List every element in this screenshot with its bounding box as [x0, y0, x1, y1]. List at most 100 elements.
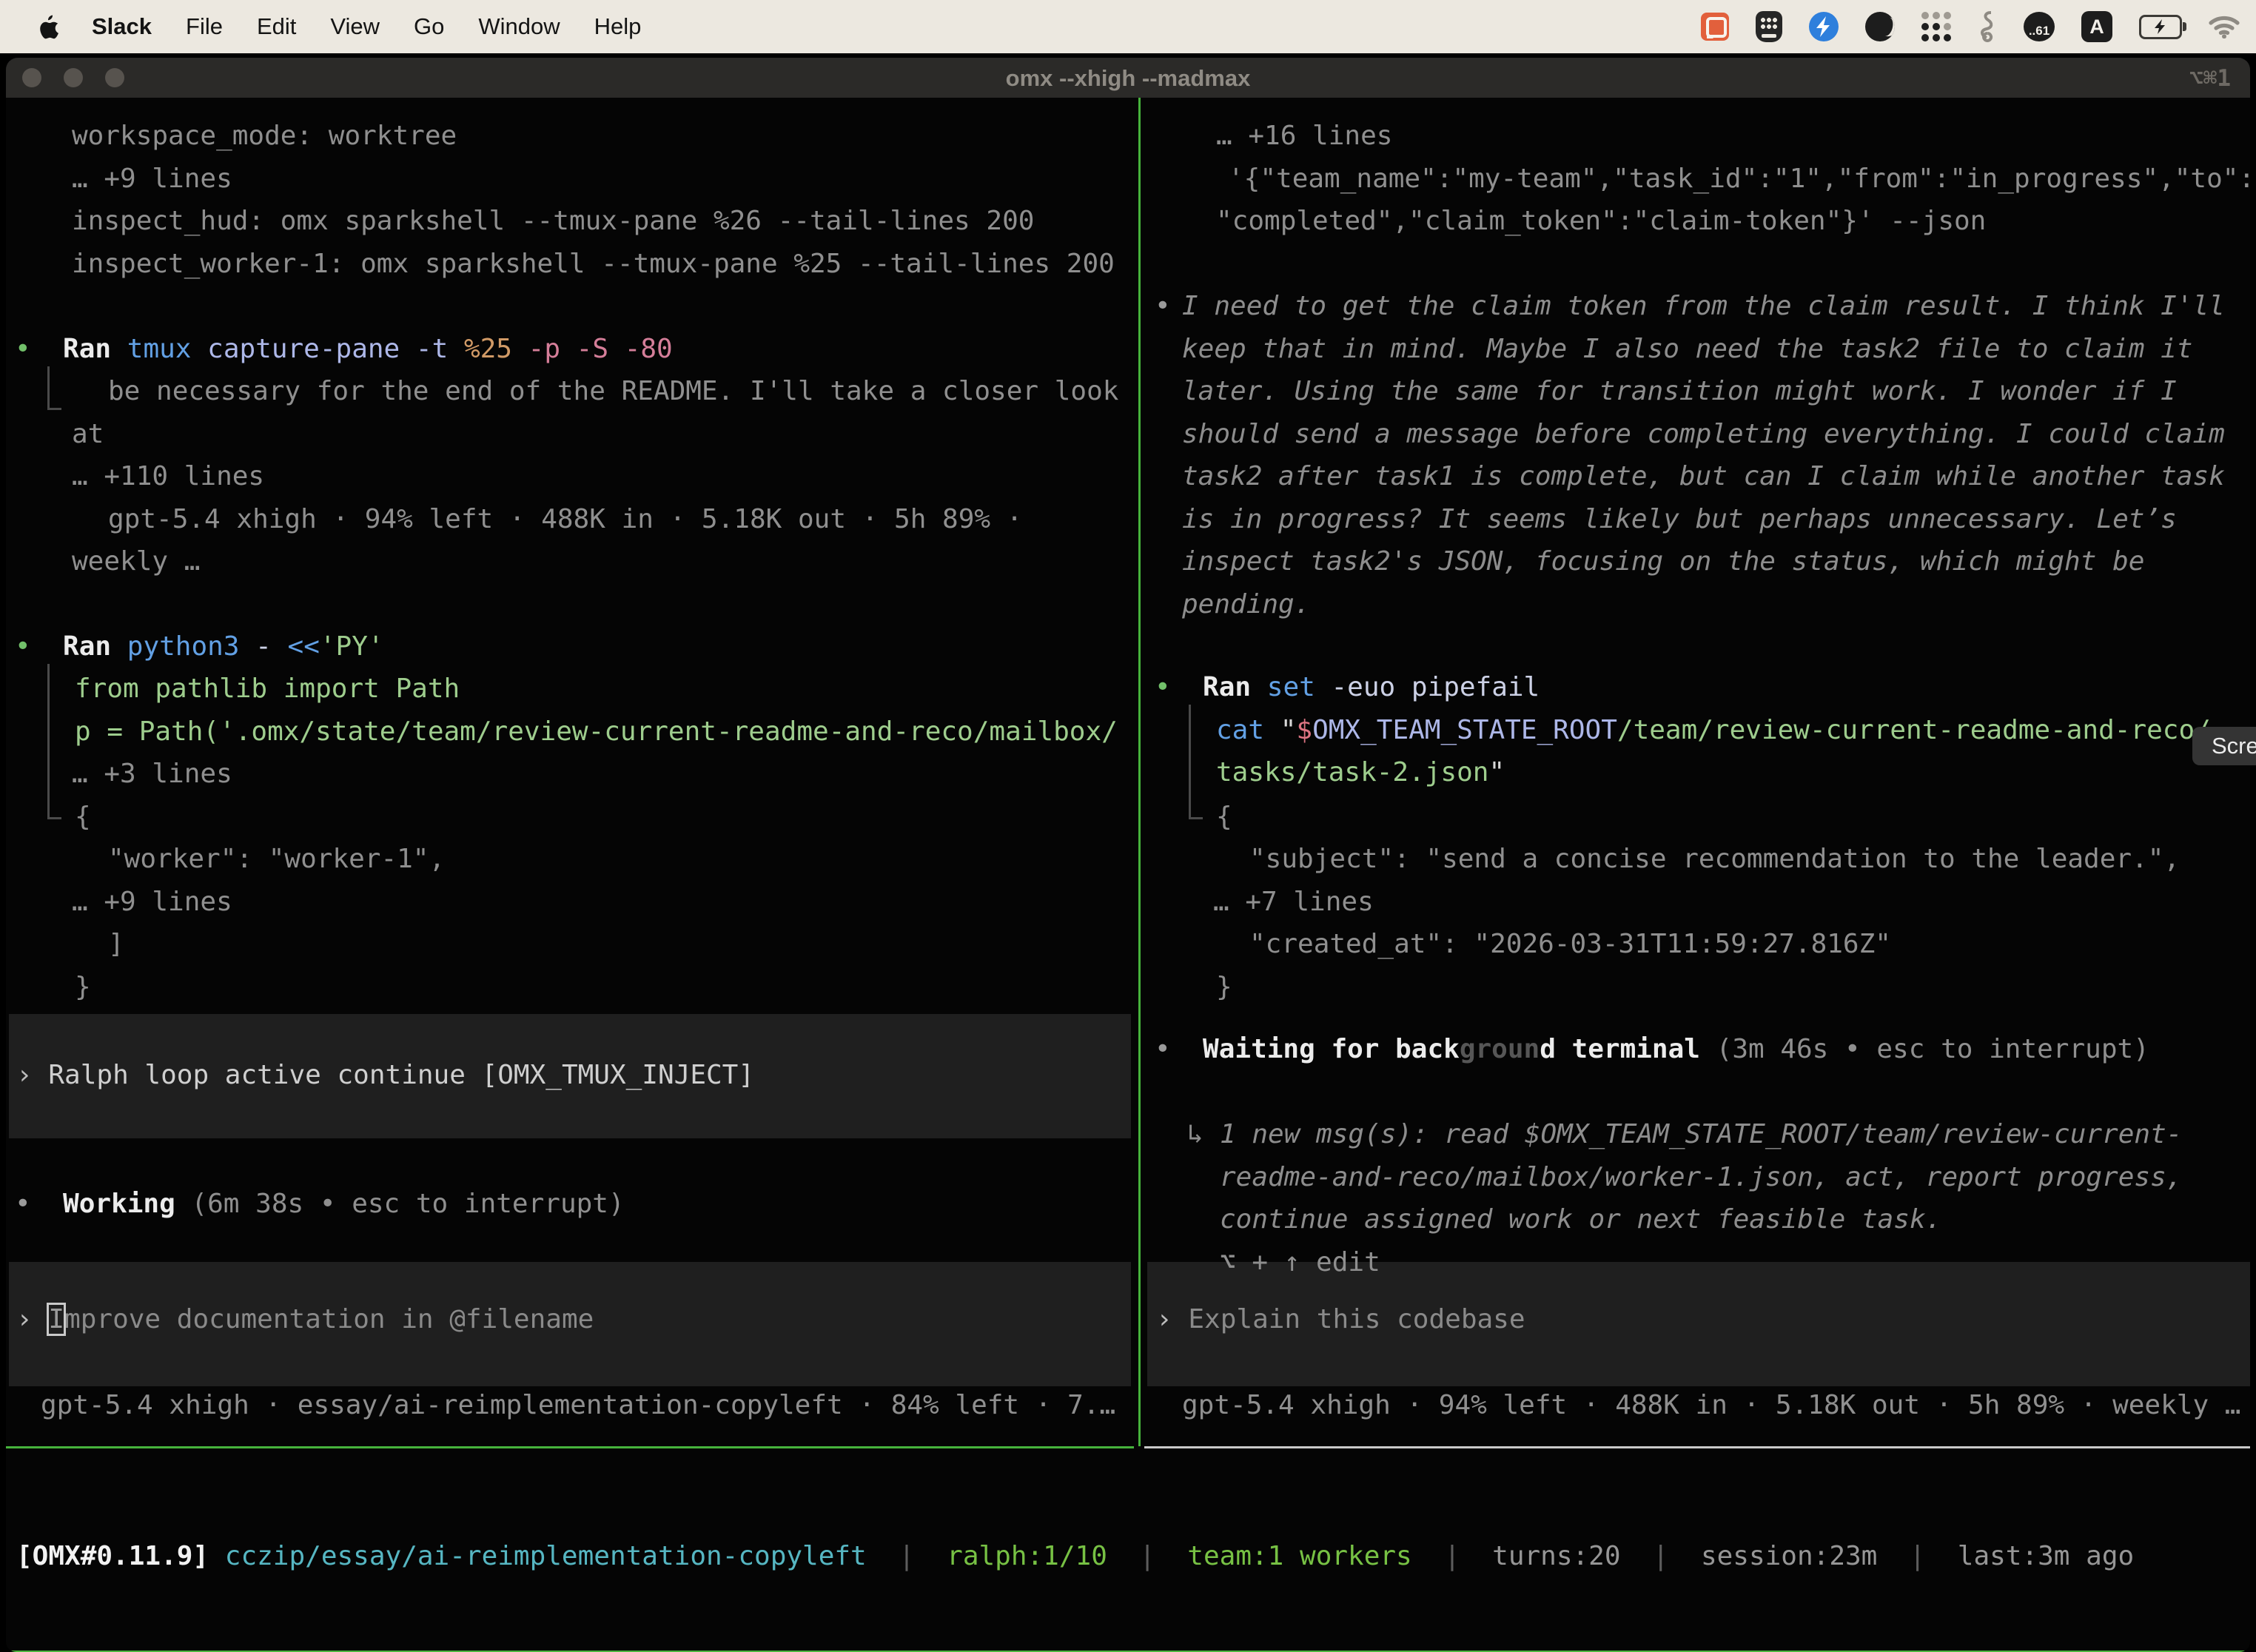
left-line-more110: … +110 lines — [72, 460, 264, 494]
thinking-bullet: • — [1155, 289, 1171, 323]
omx-turns: turns:20 — [1492, 1541, 1620, 1571]
mailbox-msg-arrow: ↳ — [1187, 1118, 1203, 1152]
chevron-prompt-icon: › — [16, 1060, 33, 1090]
omx-session-status: [OMX#0.11.9] cczip/essay/ai-reimplementa… — [16, 1539, 2134, 1574]
right-cmd-set: • Ran set -euo pipefail — [1155, 671, 1540, 705]
waiting-status-line: • Waiting for background terminal (3m 46… — [1155, 1032, 2149, 1067]
omx-repo-path: cczip/essay/ai-reimplementation-copyleft — [225, 1541, 867, 1571]
menu-item-go[interactable]: Go — [414, 13, 444, 40]
left-py-import: from pathlib import Path — [75, 672, 460, 706]
omx-session-time: session:23m — [1701, 1541, 1877, 1571]
output-indent-guide — [1189, 705, 1203, 819]
omx-ralph-count: ralph:1/10 — [947, 1541, 1107, 1571]
window-title-bar[interactable]: omx --xhigh --madmax ⌥⌘1 — [6, 58, 2250, 98]
thinking-line: I need to get the claim token from the c… — [1182, 289, 2225, 323]
left-cmd-tmux: • Ran tmux capture-pane -t %25 -p -S -80 — [15, 332, 673, 366]
wifi-icon[interactable] — [2209, 15, 2240, 38]
left-input-line[interactable]: › Improve documentation in @filename — [16, 1303, 594, 1337]
right-json-created-at: "created_at": "2026-03-31T11:59:27.816Z" — [1249, 927, 1891, 961]
right-input-line[interactable]: › Explain this codebase — [1156, 1303, 1525, 1337]
mailbox-msg-line: continue assigned work or next feasible … — [1220, 1203, 1941, 1237]
lightning-app-icon[interactable] — [1809, 12, 1839, 41]
left-pane-bottom-border — [6, 1446, 1134, 1448]
left-json-worker: "worker": "worker-1", — [108, 842, 445, 876]
left-line-inspect-worker: inspect_worker-1: omx sparkshell --tmux-… — [72, 247, 1115, 281]
output-indent-guide — [47, 366, 61, 410]
right-pane-bottom-border — [1144, 1446, 2250, 1448]
menu-item-view[interactable]: View — [330, 13, 380, 40]
right-json-arg1: '{"team_name":"my-team","task_id":"1","f… — [1228, 162, 2250, 196]
screen: Slack File Edit View Go Window Help ..61… — [0, 0, 2256, 1652]
right-model-status-line: gpt-5.4 xhigh · 94% left · 488K in · 5.1… — [1182, 1389, 2240, 1423]
left-line-workspace-mode: workspace_mode: worktree — [72, 119, 457, 153]
menu-status-icons: ..61 A — [1701, 11, 2240, 42]
run-bullet-icon: • — [15, 334, 31, 364]
left-json-close-brace: } — [75, 970, 91, 1004]
right-json-subject: "subject": "send a concise recommendatio… — [1249, 842, 2180, 876]
terminal-window: omx --xhigh --madmax ⌥⌘1 workspace_mode:… — [6, 58, 2250, 1652]
left-cmd-python: • Ran python3 - <<'PY' — [15, 630, 384, 664]
ralph-loop-line: › Ralph loop active continue [OMX_TMUX_I… — [16, 1058, 754, 1092]
apple-menu-icon[interactable] — [37, 13, 59, 40]
status-bullet-icon: • — [1155, 1034, 1171, 1064]
left-line-more9: … +9 lines — [72, 162, 232, 196]
input-source-icon[interactable]: A — [2081, 11, 2112, 42]
edit-shortcut-hint: ⌥ + ↑ edit — [1220, 1246, 1380, 1280]
squiggle-icon[interactable] — [1978, 11, 1997, 42]
left-line-more3: … +3 lines — [72, 757, 232, 791]
dots-grid-icon[interactable] — [1921, 12, 1951, 41]
thinking-line: task2 after task1 is complete, but can I… — [1182, 460, 2225, 494]
omx-last-activity: last:3m ago — [1958, 1541, 2134, 1571]
run-bullet-icon: • — [15, 631, 31, 662]
thinking-line: inspect task2's JSON, focusing on the st… — [1182, 545, 2144, 579]
left-json-close-bracket: ] — [108, 927, 124, 961]
menu-item-slack[interactable]: Slack — [92, 13, 152, 40]
left-out-at: at — [72, 417, 104, 451]
right-json-close-brace: } — [1216, 970, 1232, 1004]
stats-badge-icon[interactable]: ..61 — [2024, 12, 2055, 41]
left-line-inspect-hud: inspect_hud: omx sparkshell --tmux-pane … — [72, 204, 1034, 238]
menu-item-edit[interactable]: Edit — [257, 13, 296, 40]
thinking-line: should send a message before completing … — [1182, 417, 2225, 451]
left-out-necessary: be necessary for the end of the README. … — [108, 375, 1118, 409]
pie-app-icon[interactable] — [1865, 12, 1895, 41]
menu-items: Slack File Edit View Go Window Help — [92, 13, 641, 40]
chevron-prompt-icon: › — [1156, 1304, 1172, 1334]
left-usage-line2: weekly … — [72, 545, 200, 579]
mailbox-msg-line: readme-and-reco/mailbox/worker-1.json, a… — [1220, 1161, 2182, 1195]
thinking-line: later. Using the same for transition mig… — [1182, 375, 2177, 409]
left-line-more9b: … +9 lines — [72, 885, 232, 919]
thinking-line: pending. — [1182, 588, 1310, 622]
status-bullet-icon: • — [15, 1189, 31, 1219]
right-json-open-brace: { — [1216, 800, 1232, 834]
mailbox-msg-line: 1 new msg(s): read $OMX_TEAM_STATE_ROOT/… — [1220, 1118, 2182, 1152]
right-json-arg2: "completed","claim_token":"claim-token"}… — [1216, 204, 1986, 238]
screen-record-icon[interactable] — [1701, 13, 1729, 41]
battery-icon[interactable] — [2139, 15, 2182, 39]
right-cmd-cat-2: tasks/task-2.json" — [1216, 756, 1505, 790]
right-cmd-cat: cat "$OMX_TEAM_STATE_ROOT/team/review-cu… — [1216, 713, 2211, 748]
menu-item-help[interactable]: Help — [594, 13, 642, 40]
output-indent-guide — [47, 664, 61, 819]
menu-item-file[interactable]: File — [186, 13, 223, 40]
screenshot-overlay-button[interactable]: Scre — [2192, 727, 2256, 765]
left-py-path: p = Path('.omx/state/team/review-current… — [75, 715, 1118, 749]
omx-version-badge: [OMX#0.11.9] — [16, 1541, 209, 1571]
right-line-more16: … +16 lines — [1216, 119, 1392, 153]
macos-menu-bar: Slack File Edit View Go Window Help ..61… — [0, 0, 2256, 53]
chevron-prompt-icon: › — [16, 1304, 33, 1334]
working-status-line: • Working (6m 38s • esc to interrupt) — [15, 1187, 625, 1221]
thinking-line: is in progress? It seems likely but perh… — [1182, 503, 2177, 537]
omx-team-workers: team:1 workers — [1187, 1541, 1411, 1571]
left-usage-line1: gpt-5.4 xhigh · 94% left · 488K in · 5.1… — [108, 503, 1022, 537]
run-bullet-icon: • — [1155, 672, 1171, 702]
keyboard-shield-icon[interactable] — [1756, 11, 1782, 42]
thinking-line: keep that in mind. Maybe I also need the… — [1182, 332, 2192, 366]
window-title: omx --xhigh --madmax — [6, 65, 2250, 92]
left-model-status-line: gpt-5.4 xhigh · essay/ai-reimplementatio… — [41, 1389, 1115, 1423]
window-shortcut-badge: ⌥⌘1 — [2189, 65, 2231, 92]
text-cursor: I — [48, 1304, 64, 1334]
pane-divider[interactable] — [1138, 98, 1141, 1446]
left-json-open-brace: { — [75, 800, 91, 834]
menu-item-window[interactable]: Window — [478, 13, 560, 40]
